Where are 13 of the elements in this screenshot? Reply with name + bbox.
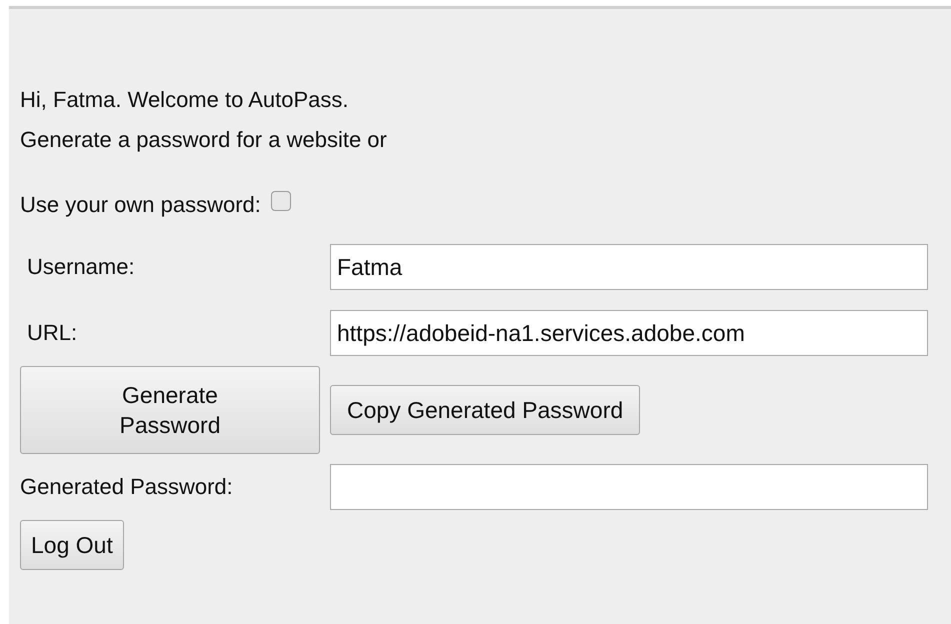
copy-password-button[interactable]: Copy Generated Password <box>330 385 640 435</box>
own-password-checkbox[interactable] <box>270 191 291 211</box>
generate-password-button[interactable]: Generate Password <box>20 366 320 454</box>
intro-text: Generate a password for a website or <box>20 126 388 154</box>
generated-password-field[interactable] <box>330 464 928 510</box>
text-field[interactable]: https://adobeid-na1.services.adobe.com <box>330 310 928 356</box>
field-label: URL: <box>26 320 78 346</box>
generated-password-label: Generated Password: <box>20 474 234 500</box>
field-label: Username: <box>26 254 136 280</box>
text-field[interactable]: Fatma <box>330 244 928 290</box>
own-password-label: Use your own password: <box>20 192 261 218</box>
log-out-button[interactable]: Log Out <box>20 520 124 570</box>
greeting-text: Hi, Fatma. Welcome to AutoPass. <box>20 86 350 114</box>
